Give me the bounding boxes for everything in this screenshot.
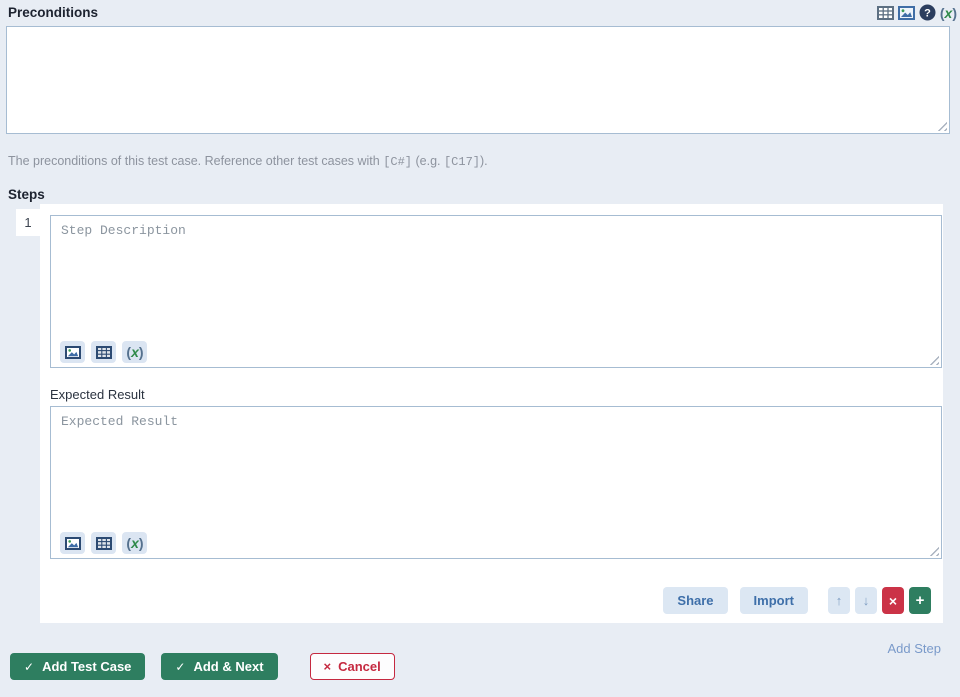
import-button[interactable]: Import [740,587,808,614]
preconditions-toolbar: ? (x) [877,4,956,21]
add-and-next-button[interactable]: ✓ Add & Next [161,653,277,680]
preconditions-label: Preconditions [8,5,98,20]
image-icon[interactable] [60,532,85,554]
image-icon[interactable] [898,6,915,20]
table-icon[interactable] [91,341,116,363]
plus-icon: + [916,592,925,609]
move-step-down-button[interactable]: ↓ [855,587,877,614]
step-description-toolbar: (x) [60,341,147,363]
add-test-case-button[interactable]: ✓ Add Test Case [10,653,145,680]
table-icon[interactable] [877,6,894,20]
step-row: (x) Expected Result (x) Share [40,204,943,623]
variable-icon[interactable]: (x) [940,6,956,20]
cancel-button[interactable]: × Cancel [310,653,395,680]
step-actions: Share Import ↑ ↓ × + [663,587,931,614]
close-icon: × [324,659,332,674]
close-icon: × [889,593,897,609]
image-icon[interactable] [60,341,85,363]
check-icon: ✓ [24,660,34,674]
svg-text:?: ? [924,7,931,19]
variable-icon[interactable]: (x) [122,341,147,363]
table-icon[interactable] [91,532,116,554]
arrow-up-icon: ↑ [836,593,843,608]
add-step-link[interactable]: Add Step [888,641,942,656]
expected-result-toolbar: (x) [60,532,147,554]
footer-actions: ✓ Add Test Case ✓ Add & Next × Cancel [10,653,395,680]
steps-label: Steps [8,187,45,202]
step-description-box [50,215,942,368]
preconditions-help: The preconditions of this test case. Ref… [8,154,488,169]
step-description-input[interactable] [51,216,941,367]
add-step-inline-button[interactable]: + [909,587,931,614]
expected-result-label: Expected Result [50,387,145,402]
check-icon: ✓ [175,660,185,674]
expected-result-box [50,406,942,559]
preconditions-input[interactable] [7,27,949,133]
expected-result-input[interactable] [51,407,941,558]
move-step-up-button[interactable]: ↑ [828,587,850,614]
step-number: 1 [16,209,40,236]
help-icon[interactable]: ? [919,4,936,21]
preconditions-box [6,26,950,134]
share-button[interactable]: Share [663,587,727,614]
delete-step-button[interactable]: × [882,587,904,614]
variable-icon[interactable]: (x) [122,532,147,554]
arrow-down-icon: ↓ [863,593,870,608]
